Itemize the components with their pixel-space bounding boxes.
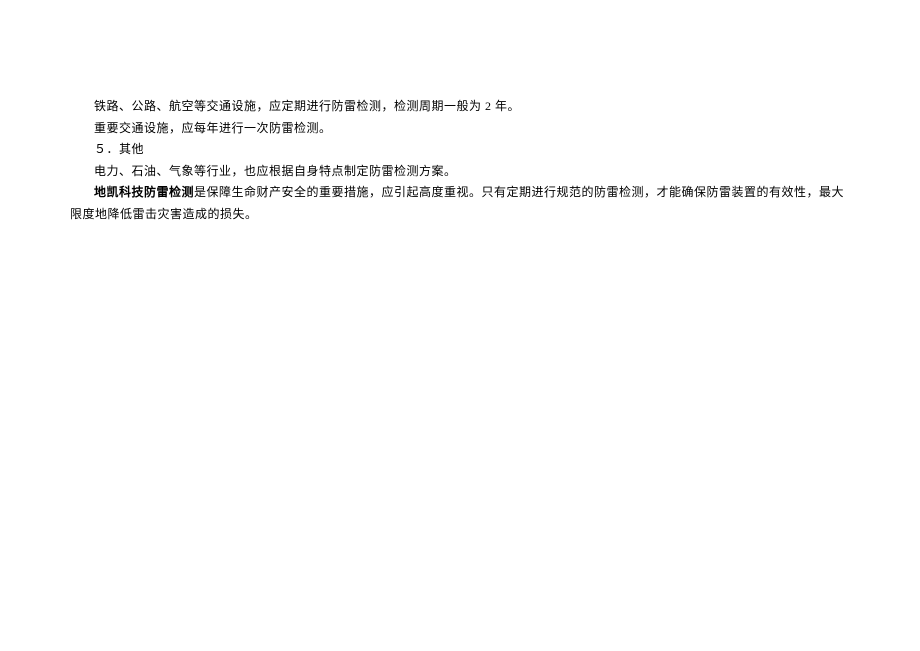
document-body: 铁路、公路、航空等交通设施，应定期进行防雷检测，检测周期一般为 2 年。 重要交… (70, 96, 850, 226)
bold-company-tech: 地凯科技防雷检测 (94, 185, 194, 199)
paragraph-conclusion: 地凯科技防雷检测是保障生命财产安全的重要措施，应引起高度重视。只有定期进行规范的… (70, 182, 850, 225)
heading-other: ５．其他 (70, 139, 850, 161)
paragraph-transport: 铁路、公路、航空等交通设施，应定期进行防雷检测，检测周期一般为 2 年。 (70, 96, 850, 118)
paragraph-industries: 电力、石油、气象等行业，也应根据自身特点制定防雷检测方案。 (70, 161, 850, 183)
paragraph-important-transport: 重要交通设施，应每年进行一次防雷检测。 (70, 118, 850, 140)
